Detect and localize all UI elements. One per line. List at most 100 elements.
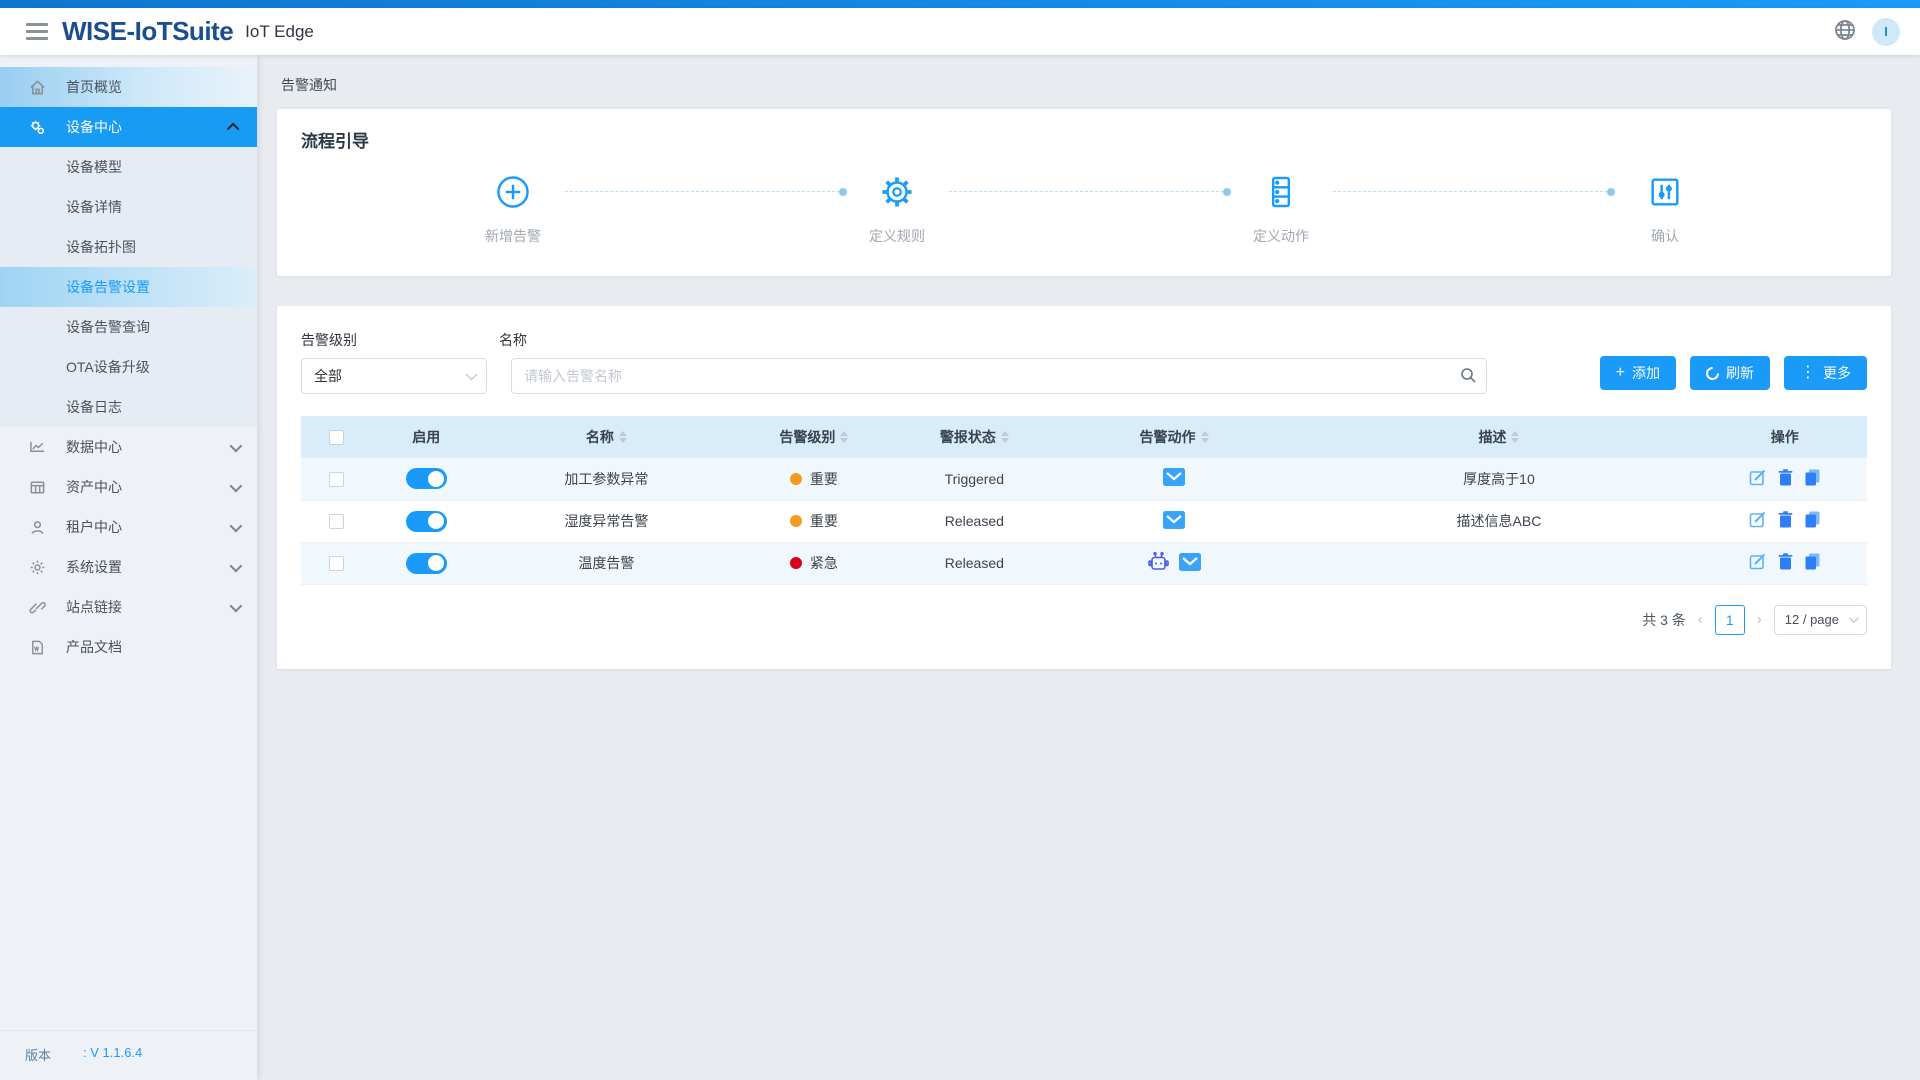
sort-icon[interactable]: [840, 431, 848, 443]
alarm-level-selected-value: 全部: [314, 366, 342, 386]
page-size-select[interactable]: 12 / page: [1774, 605, 1867, 635]
col-name[interactable]: 名称: [481, 416, 732, 458]
device-center-submenu: 设备模型 设备详情 设备拓扑图 设备告警设置 设备告警查询 OTA设备升级 设备…: [0, 147, 257, 427]
edit-icon[interactable]: [1749, 511, 1766, 531]
step-label: 新增告警: [485, 226, 541, 246]
step-label: 定义动作: [1253, 226, 1309, 246]
prev-page-icon[interactable]: ‹: [1696, 611, 1705, 628]
row-checkbox[interactable]: [329, 514, 344, 529]
grid-icon: [28, 478, 46, 496]
step-add-alarm[interactable]: 新增告警: [461, 170, 565, 246]
alarm-table-card: 告警级别 全部 名称: [277, 306, 1891, 669]
sort-icon[interactable]: [619, 431, 627, 443]
step-confirm[interactable]: 确认: [1613, 170, 1717, 246]
main-content: 告警通知 流程引导 新增告警 定义规则: [257, 55, 1920, 1080]
copy-icon[interactable]: [1805, 553, 1820, 573]
edit-icon[interactable]: [1749, 469, 1766, 489]
copy-icon[interactable]: [1805, 469, 1820, 489]
level-dot: [790, 557, 802, 569]
document-icon: [28, 638, 46, 656]
robot-icon: [1148, 552, 1169, 575]
col-description[interactable]: 描述: [1295, 416, 1702, 458]
sidebar-item-site-links[interactable]: 站点链接: [0, 587, 257, 627]
step-label: 确认: [1651, 226, 1679, 246]
more-dots-icon: ⋮: [1800, 365, 1816, 381]
alarm-status: Released: [896, 500, 1053, 542]
pagination-total: 共 3 条: [1642, 610, 1686, 630]
step-define-rule[interactable]: 定义规则: [845, 170, 949, 246]
sidebar-subitem-device-model[interactable]: 设备模型: [0, 147, 257, 187]
sidebar-item-data-center[interactable]: 数据中心: [0, 427, 257, 467]
user-icon: [28, 518, 46, 536]
add-button[interactable]: + 添加: [1600, 356, 1676, 390]
version-footer: 版本 : V 1.1.6.4: [0, 1030, 257, 1080]
sidebar-item-tenant-center[interactable]: 租户中心: [0, 507, 257, 547]
alarm-description: 描述信息ABC: [1295, 500, 1702, 542]
name-label: 名称: [499, 330, 1487, 350]
chart-icon: [28, 438, 46, 456]
sidebar-subitem-device-alarm-query[interactable]: 设备告警查询: [0, 307, 257, 347]
enable-toggle[interactable]: [406, 553, 447, 574]
level-text: 紧急: [810, 553, 838, 573]
sidebar-item-home-overview[interactable]: 首页概览: [0, 67, 257, 107]
sidebar-item-product-docs[interactable]: 产品文档: [0, 627, 257, 667]
sidebar-subitem-ota-upgrade[interactable]: OTA设备升级: [0, 347, 257, 387]
chevron-down-icon: [230, 439, 243, 452]
step-define-action[interactable]: 定义动作: [1229, 170, 1333, 246]
sidebar-item-asset-center[interactable]: 资产中心: [0, 467, 257, 507]
alarm-description: [1295, 542, 1702, 584]
row-checkbox[interactable]: [329, 472, 344, 487]
sidebar-subitem-device-detail[interactable]: 设备详情: [0, 187, 257, 227]
edit-icon[interactable]: [1749, 553, 1766, 573]
globe-icon[interactable]: [1834, 19, 1856, 44]
refresh-button[interactable]: 刷新: [1690, 356, 1770, 390]
table-row: 温度告警 紧急 Released: [301, 542, 1867, 584]
step-connector: [949, 191, 1229, 192]
plus-icon: +: [1616, 365, 1625, 381]
copy-icon[interactable]: [1805, 511, 1820, 531]
chevron-up-icon: [227, 122, 240, 135]
sidebar-item-label: 站点链接: [66, 597, 122, 617]
row-checkbox[interactable]: [329, 556, 344, 571]
sort-icon[interactable]: [1001, 431, 1009, 443]
sort-icon[interactable]: [1201, 431, 1209, 443]
delete-icon[interactable]: [1778, 511, 1793, 531]
page-number-button[interactable]: 1: [1715, 605, 1745, 635]
col-status[interactable]: 警报状态: [896, 416, 1053, 458]
enable-toggle[interactable]: [406, 511, 447, 532]
alarm-name: 温度告警: [481, 542, 732, 584]
user-avatar[interactable]: I: [1872, 18, 1900, 46]
col-enable: 启用: [371, 416, 481, 458]
sidebar-item-device-center[interactable]: 设备中心: [0, 107, 257, 147]
step-connector: [1333, 191, 1613, 192]
sort-icon[interactable]: [1511, 431, 1519, 443]
sidebar-subitem-device-alarm-settings[interactable]: 设备告警设置: [0, 267, 257, 307]
chevron-down-icon: [466, 369, 477, 380]
col-level[interactable]: 告警级别: [732, 416, 896, 458]
search-icon[interactable]: [1460, 367, 1477, 387]
plus-circle-icon: [494, 170, 532, 214]
level-dot: [790, 515, 802, 527]
sidebar-subitem-device-topology[interactable]: 设备拓扑图: [0, 227, 257, 267]
sidebar-item-label: 首页概览: [66, 77, 122, 97]
col-action[interactable]: 告警动作: [1053, 416, 1296, 458]
table-row: 加工参数异常 重要 Triggered 厚度高于10: [301, 458, 1867, 500]
app-header: WISE-IoTSuite IoT Edge I: [0, 8, 1920, 55]
alarm-name-input[interactable]: [511, 358, 1487, 394]
refresh-icon: [1703, 364, 1721, 382]
enable-toggle[interactable]: [406, 468, 447, 489]
next-page-icon[interactable]: ›: [1755, 611, 1764, 628]
alarm-level-select[interactable]: 全部: [301, 358, 487, 394]
level-text: 重要: [810, 511, 838, 531]
level-dot: [790, 473, 802, 485]
select-all-checkbox[interactable]: [329, 430, 344, 445]
hamburger-menu-icon[interactable]: [26, 23, 48, 40]
alarm-status: Triggered: [896, 458, 1053, 500]
sidebar-subitem-device-log[interactable]: 设备日志: [0, 387, 257, 427]
more-button[interactable]: ⋮ 更多: [1784, 356, 1867, 390]
delete-icon[interactable]: [1778, 553, 1793, 573]
version-value: : V 1.1.6.4: [83, 1045, 142, 1064]
chevron-down-icon: [230, 479, 243, 492]
sidebar-item-system-settings[interactable]: 系统设置: [0, 547, 257, 587]
delete-icon[interactable]: [1778, 469, 1793, 489]
